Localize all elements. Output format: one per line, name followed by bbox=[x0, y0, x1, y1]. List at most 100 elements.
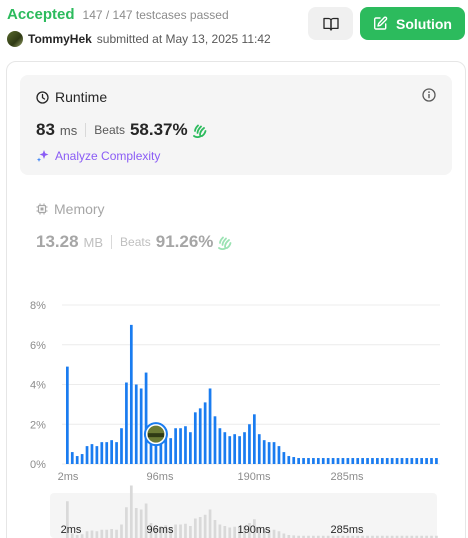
y-tick-label: 4% bbox=[30, 380, 46, 392]
bar[interactable] bbox=[120, 428, 123, 464]
bar[interactable] bbox=[238, 436, 241, 464]
overview-bar bbox=[95, 531, 99, 538]
overview-bar bbox=[134, 508, 138, 538]
bar[interactable] bbox=[179, 428, 182, 464]
bar[interactable] bbox=[297, 458, 300, 464]
bar[interactable] bbox=[376, 458, 379, 464]
bar[interactable] bbox=[110, 440, 113, 464]
bar[interactable] bbox=[203, 402, 207, 464]
bar[interactable] bbox=[336, 458, 340, 464]
bar[interactable] bbox=[302, 458, 305, 464]
x-tick-label: 2ms bbox=[58, 471, 79, 483]
bar[interactable] bbox=[435, 458, 438, 464]
bar[interactable] bbox=[253, 414, 256, 464]
bar[interactable] bbox=[307, 458, 310, 464]
bar[interactable] bbox=[174, 428, 177, 464]
bar[interactable] bbox=[321, 458, 325, 464]
overview-x-label: 190ms bbox=[237, 524, 271, 536]
bar[interactable] bbox=[277, 446, 281, 464]
overview-bar bbox=[203, 514, 207, 538]
bar[interactable] bbox=[415, 458, 419, 464]
bar[interactable] bbox=[80, 454, 84, 464]
bar[interactable] bbox=[125, 382, 128, 464]
overview-x-label: 285ms bbox=[330, 524, 364, 536]
bar[interactable] bbox=[243, 432, 246, 464]
bar[interactable] bbox=[326, 458, 330, 464]
overview-bar bbox=[193, 518, 197, 538]
bar[interactable] bbox=[134, 384, 138, 465]
overview-x-label: 96ms bbox=[147, 524, 174, 536]
overview-bar bbox=[272, 529, 276, 538]
bar[interactable] bbox=[193, 412, 197, 464]
bar[interactable] bbox=[316, 458, 320, 464]
bar[interactable] bbox=[361, 458, 364, 464]
overview-bar bbox=[208, 509, 212, 538]
bar[interactable] bbox=[282, 452, 286, 464]
x-tick-label: 285ms bbox=[330, 471, 364, 483]
bar[interactable] bbox=[390, 458, 394, 464]
bar[interactable] bbox=[184, 426, 187, 464]
bar[interactable] bbox=[66, 366, 69, 464]
bar[interactable] bbox=[208, 388, 212, 464]
bar[interactable] bbox=[218, 428, 222, 464]
bar[interactable] bbox=[248, 424, 251, 464]
submission-avatar-detail bbox=[147, 433, 164, 438]
bar[interactable] bbox=[169, 438, 173, 464]
bar[interactable] bbox=[189, 432, 192, 464]
bar[interactable] bbox=[105, 442, 109, 464]
bar[interactable] bbox=[405, 458, 409, 464]
overview-bar bbox=[85, 531, 89, 538]
overview-bar bbox=[223, 526, 227, 538]
bar[interactable] bbox=[312, 458, 315, 464]
bar[interactable] bbox=[420, 458, 424, 464]
bar[interactable] bbox=[371, 458, 374, 464]
runtime-distribution-chart[interactable]: 0% 2% 4% 6% 8% 2ms 96ms 190ms 285ms 2ms 96ms 190ms 2… bbox=[0, 0, 468, 538]
bar[interactable] bbox=[139, 388, 143, 464]
bar[interactable] bbox=[262, 440, 266, 464]
bar[interactable] bbox=[430, 458, 433, 464]
overview-bar bbox=[189, 526, 192, 538]
bar[interactable] bbox=[198, 408, 202, 464]
bar[interactable] bbox=[351, 458, 355, 464]
bar[interactable] bbox=[75, 456, 79, 464]
bar[interactable] bbox=[115, 442, 118, 464]
y-tick-label: 0% bbox=[30, 459, 46, 471]
bar[interactable] bbox=[272, 442, 276, 464]
bar[interactable] bbox=[346, 458, 350, 464]
bar[interactable] bbox=[267, 442, 271, 464]
bar[interactable] bbox=[366, 458, 369, 464]
overview-bar bbox=[174, 524, 177, 538]
bar[interactable] bbox=[425, 458, 428, 464]
bar[interactable] bbox=[213, 416, 217, 464]
bar[interactable] bbox=[410, 458, 414, 464]
bar[interactable] bbox=[356, 458, 360, 464]
bar[interactable] bbox=[257, 434, 261, 464]
bar[interactable] bbox=[70, 452, 74, 464]
overview-bar bbox=[139, 509, 143, 538]
overview-bar bbox=[125, 507, 128, 538]
bar[interactable] bbox=[95, 446, 99, 464]
bar[interactable] bbox=[100, 442, 104, 464]
bar[interactable] bbox=[85, 446, 89, 464]
bar[interactable] bbox=[292, 457, 296, 464]
bar[interactable] bbox=[129, 324, 133, 464]
bar[interactable] bbox=[228, 436, 232, 464]
bar[interactable] bbox=[287, 456, 291, 464]
bar[interactable] bbox=[341, 458, 345, 464]
bar[interactable] bbox=[400, 458, 404, 464]
overview-x-label: 2ms bbox=[61, 524, 82, 536]
y-tick-label: 6% bbox=[30, 340, 46, 352]
bar[interactable] bbox=[223, 432, 227, 464]
bar[interactable] bbox=[233, 434, 237, 464]
bar[interactable] bbox=[331, 458, 335, 464]
overview-bar bbox=[105, 529, 109, 538]
bar[interactable] bbox=[380, 458, 384, 464]
bar[interactable] bbox=[144, 372, 148, 464]
bar[interactable] bbox=[395, 458, 399, 464]
bar[interactable] bbox=[90, 444, 94, 464]
overview-bar bbox=[277, 531, 281, 538]
overview-bar bbox=[218, 524, 222, 538]
y-tick-label: 8% bbox=[30, 300, 46, 312]
bar[interactable] bbox=[385, 458, 389, 464]
overview-bar bbox=[213, 520, 217, 538]
